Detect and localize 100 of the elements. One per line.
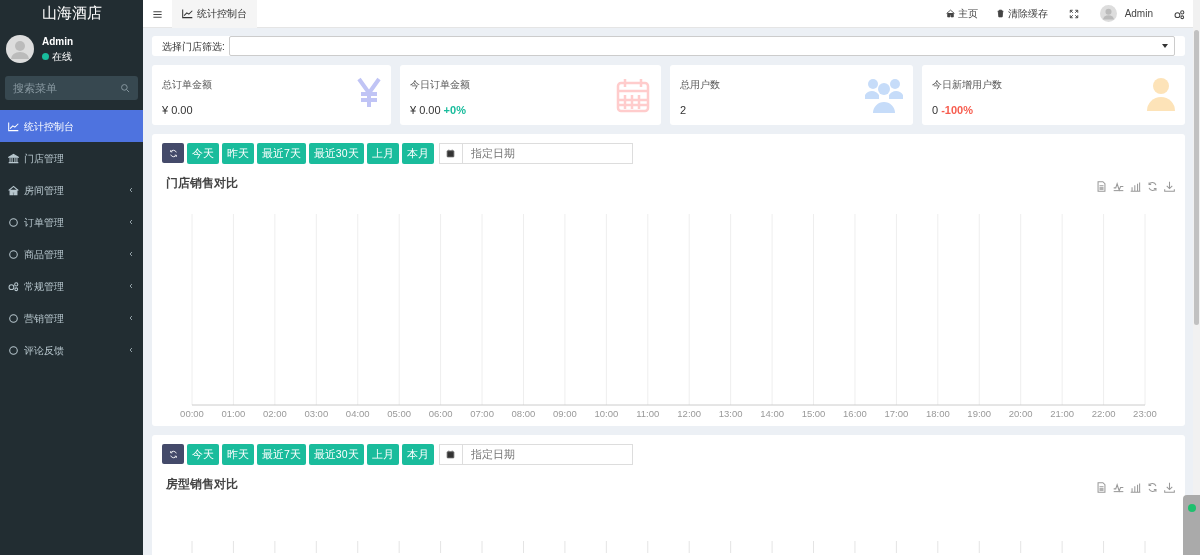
- menu-icon[interactable]: [152, 8, 163, 20]
- stat-value: 0 -100%: [932, 103, 974, 118]
- restore-icon[interactable]: [1147, 481, 1158, 493]
- filter-label: 选择门店筛选:: [162, 39, 225, 54]
- stat-value: ¥ 0.00: [162, 103, 194, 118]
- sidebar-item[interactable]: 房间管理: [0, 174, 143, 206]
- scrollbar-thumb[interactable]: [1194, 30, 1199, 325]
- data-view-icon[interactable]: [1096, 180, 1107, 192]
- nav-link[interactable]: 清除缓存: [986, 6, 1057, 21]
- axis-label: 04:00: [345, 408, 370, 417]
- refresh-button[interactable]: [162, 143, 184, 163]
- axis-label: 15:00: [801, 408, 826, 417]
- axis-label: 17:00: [884, 408, 909, 417]
- user-name: Admin: [42, 35, 74, 49]
- bank-icon: [8, 152, 19, 164]
- sidebar-item[interactable]: 订单管理: [0, 206, 143, 238]
- axis-label: 23:00: [1133, 408, 1157, 417]
- calendar-icon: [446, 149, 456, 158]
- stat-value: ¥ 0.00 +0%: [410, 103, 467, 118]
- axis-label: 10:00: [594, 408, 619, 417]
- user-menu[interactable]: Admin: [1090, 5, 1162, 22]
- chart-icon: [182, 8, 193, 19]
- stat-value: 2: [680, 103, 688, 118]
- line-chart-icon[interactable]: [1113, 481, 1124, 493]
- settings-icon[interactable]: [1174, 8, 1185, 20]
- line-chart-icon[interactable]: [1113, 180, 1124, 192]
- axis-label: 16:00: [843, 408, 867, 417]
- sidebar-item[interactable]: 门店管理: [0, 142, 143, 174]
- circle-icon: [8, 312, 19, 324]
- dropdown-icon: [1162, 44, 1168, 48]
- sidebar-item[interactable]: 常规管理: [0, 270, 143, 302]
- axis-label: 00:00: [180, 408, 204, 417]
- brand-title: 山海酒店: [41, 2, 102, 23]
- axis-label: 03:00: [304, 408, 329, 417]
- axis-label: 19:00: [967, 408, 992, 417]
- date-field[interactable]: 指定日期: [462, 444, 633, 465]
- axis-label: 02:00: [263, 408, 287, 417]
- sidebar-item[interactable]: 营销管理: [0, 302, 143, 334]
- sidebar-item[interactable]: 商品管理: [0, 238, 143, 270]
- circle-icon: [8, 248, 19, 260]
- range-button[interactable]: 本月: [401, 143, 434, 164]
- range-button[interactable]: 上月: [366, 444, 399, 465]
- axis-label: 22:00: [1091, 408, 1116, 417]
- axis-label: 21:00: [1050, 408, 1074, 417]
- range-button[interactable]: 今天: [187, 444, 219, 465]
- axis-label: 11:00: [636, 408, 660, 417]
- trash-icon: [995, 9, 1005, 18]
- search-field[interactable]: 搜索菜单: [5, 76, 138, 100]
- home-icon: [8, 184, 19, 196]
- date-field[interactable]: 指定日期: [462, 143, 633, 164]
- refresh-button[interactable]: [162, 444, 184, 464]
- tab[interactable]: 统计控制台: [172, 0, 257, 28]
- chart-title: 房型销售对比: [166, 476, 238, 493]
- calendar-addon[interactable]: [438, 143, 463, 164]
- axis-label: 20:00: [1008, 408, 1033, 417]
- calendar-addon[interactable]: [438, 444, 463, 465]
- avatar-icon: [1099, 5, 1117, 22]
- calendar-icon: [615, 77, 651, 113]
- range-button[interactable]: 昨天: [222, 143, 254, 164]
- restore-icon[interactable]: [1147, 180, 1158, 192]
- status-icon: [1188, 504, 1196, 512]
- range-button[interactable]: 最近30天: [308, 143, 364, 164]
- axis-label: 08:00: [511, 408, 536, 417]
- nav-link[interactable]: 主页: [936, 6, 987, 21]
- axis-label: 12:00: [677, 408, 702, 417]
- store-select[interactable]: [228, 36, 1175, 56]
- range-button[interactable]: 昨天: [222, 444, 254, 465]
- axis-label: 05:00: [387, 408, 412, 417]
- stat-label: 今日新增用户数: [932, 78, 1002, 92]
- bar-chart-icon[interactable]: [1130, 180, 1141, 192]
- circle-icon: [8, 344, 19, 356]
- axis-label: 06:00: [428, 408, 453, 417]
- range-button[interactable]: 最近7天: [257, 444, 306, 465]
- axis-label: 09:00: [553, 408, 577, 417]
- fullscreen-icon[interactable]: [1068, 9, 1079, 20]
- chart-title: 门店销售对比: [166, 175, 238, 192]
- range-button[interactable]: 最近7天: [257, 143, 306, 164]
- range-button[interactable]: 今天: [187, 143, 219, 164]
- sidebar-item[interactable]: 评论反馈: [0, 334, 143, 366]
- sidebar-item[interactable]: 统计控制台: [0, 110, 143, 142]
- search-icon[interactable]: [120, 83, 130, 93]
- data-view-icon[interactable]: [1096, 481, 1107, 493]
- range-button[interactable]: 本月: [401, 444, 434, 465]
- range-button[interactable]: 上月: [366, 143, 399, 164]
- range-button[interactable]: 最近30天: [308, 444, 364, 465]
- home-icon: [945, 9, 955, 18]
- stat-label: 总用户数: [680, 78, 720, 92]
- stat-label: 今日订单金额: [410, 78, 470, 92]
- bar-chart-icon[interactable]: [1130, 481, 1141, 493]
- refresh-icon: [168, 148, 178, 158]
- download-icon[interactable]: [1164, 180, 1175, 192]
- axis-label: 13:00: [718, 408, 743, 417]
- chart-icon: [8, 120, 19, 132]
- yen-icon: [357, 77, 381, 109]
- user-icon: [1147, 77, 1175, 111]
- users-icon: [865, 77, 903, 113]
- axis-label: 01:00: [221, 408, 246, 417]
- gears-icon: [8, 280, 19, 292]
- download-icon[interactable]: [1164, 481, 1175, 493]
- axis-label: 14:00: [760, 408, 784, 417]
